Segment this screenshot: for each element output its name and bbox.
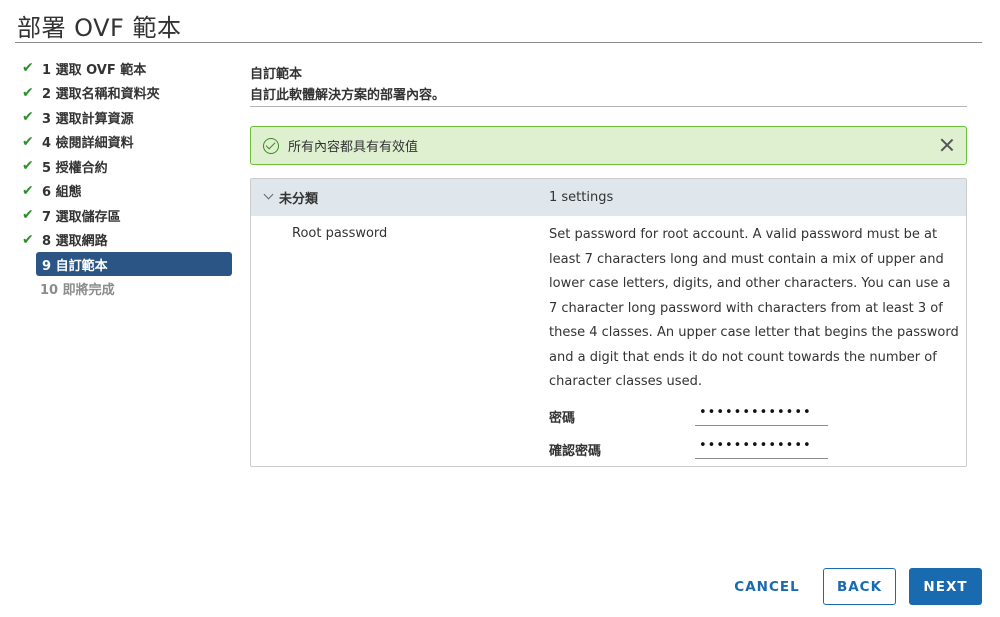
step-5[interactable]: ✔ 5 授權合約 [18, 154, 232, 179]
step-8[interactable]: ✔ 8 選取網路 [18, 228, 232, 253]
cancel-button[interactable]: CANCEL [729, 568, 805, 605]
check-icon: ✔ [22, 133, 34, 150]
alert-text: 所有內容都具有有效值 [288, 140, 419, 155]
back-button[interactable]: BACK [823, 568, 896, 605]
check-icon: ✔ [22, 60, 34, 77]
step-2[interactable]: ✔ 2 選取名稱和資料夾 [18, 81, 232, 106]
property-name: Root password [292, 226, 388, 241]
check-icon: ✔ [22, 158, 34, 175]
step-10: 10 即將完成 [40, 276, 232, 301]
step-6[interactable]: ✔ 6 組態 [18, 179, 232, 204]
check-icon: ✔ [22, 231, 34, 248]
check-icon: ✔ [22, 84, 34, 101]
section-divider [250, 106, 967, 107]
check-icon: ✔ [22, 182, 34, 199]
success-alert: 所有內容都具有有效值 [250, 126, 967, 165]
success-check-icon [263, 137, 279, 154]
next-button[interactable]: NEXT [909, 568, 982, 605]
section-description: 自訂此軟體解決方案的部署內容。 [250, 88, 446, 103]
title-divider [15, 42, 982, 43]
confirm-password-label: 確認密碼 [549, 444, 602, 459]
password-label: 密碼 [549, 411, 576, 426]
step-1[interactable]: ✔ 1 選取 OVF 範本 [18, 56, 232, 81]
category-row[interactable]: 未分類 1 settings [251, 179, 966, 216]
dialog-title: 部署 OVF 範本 [17, 14, 182, 42]
step-label: 7 選取儲存區 [42, 209, 121, 225]
step-label: 3 選取計算資源 [42, 111, 134, 127]
step-4[interactable]: ✔ 4 檢閱詳細資料 [18, 130, 232, 155]
step-label: 2 選取名稱和資料夾 [42, 87, 160, 103]
settings-count: 1 settings [549, 190, 614, 205]
step-3[interactable]: ✔ 3 選取計算資源 [18, 105, 232, 130]
category-label: 未分類 [279, 192, 319, 207]
chevron-down-icon[interactable] [263, 189, 274, 200]
check-icon: ✔ [22, 109, 34, 126]
step-label: 5 授權合約 [42, 160, 108, 176]
properties-grid: 未分類 1 settings Root password Set passwor… [250, 178, 967, 467]
step-label: 4 檢閱詳細資料 [42, 136, 134, 152]
close-icon[interactable] [938, 136, 956, 154]
step-label: 8 選取網路 [42, 234, 108, 250]
step-label: 10 即將完成 [40, 282, 115, 298]
password-input[interactable] [695, 400, 828, 426]
step-7[interactable]: ✔ 7 選取儲存區 [18, 203, 232, 228]
confirm-password-input[interactable] [695, 433, 828, 459]
step-label: 9 自訂範本 [42, 258, 108, 274]
wizard-steps: ✔ 1 選取 OVF 範本 ✔ 2 選取名稱和資料夾 ✔ 3 選取計算資源 ✔ 4 檢閱… [18, 56, 232, 301]
step-label: 6 組態 [42, 185, 82, 201]
step-label: 1 選取 OVF 範本 [42, 62, 147, 78]
step-9-current[interactable]: 9 自訂範本 [36, 252, 232, 276]
check-icon: ✔ [22, 207, 34, 224]
section-title: 自訂範本 [250, 67, 303, 82]
property-description: Set password for root account. A valid p… [549, 227, 959, 389]
